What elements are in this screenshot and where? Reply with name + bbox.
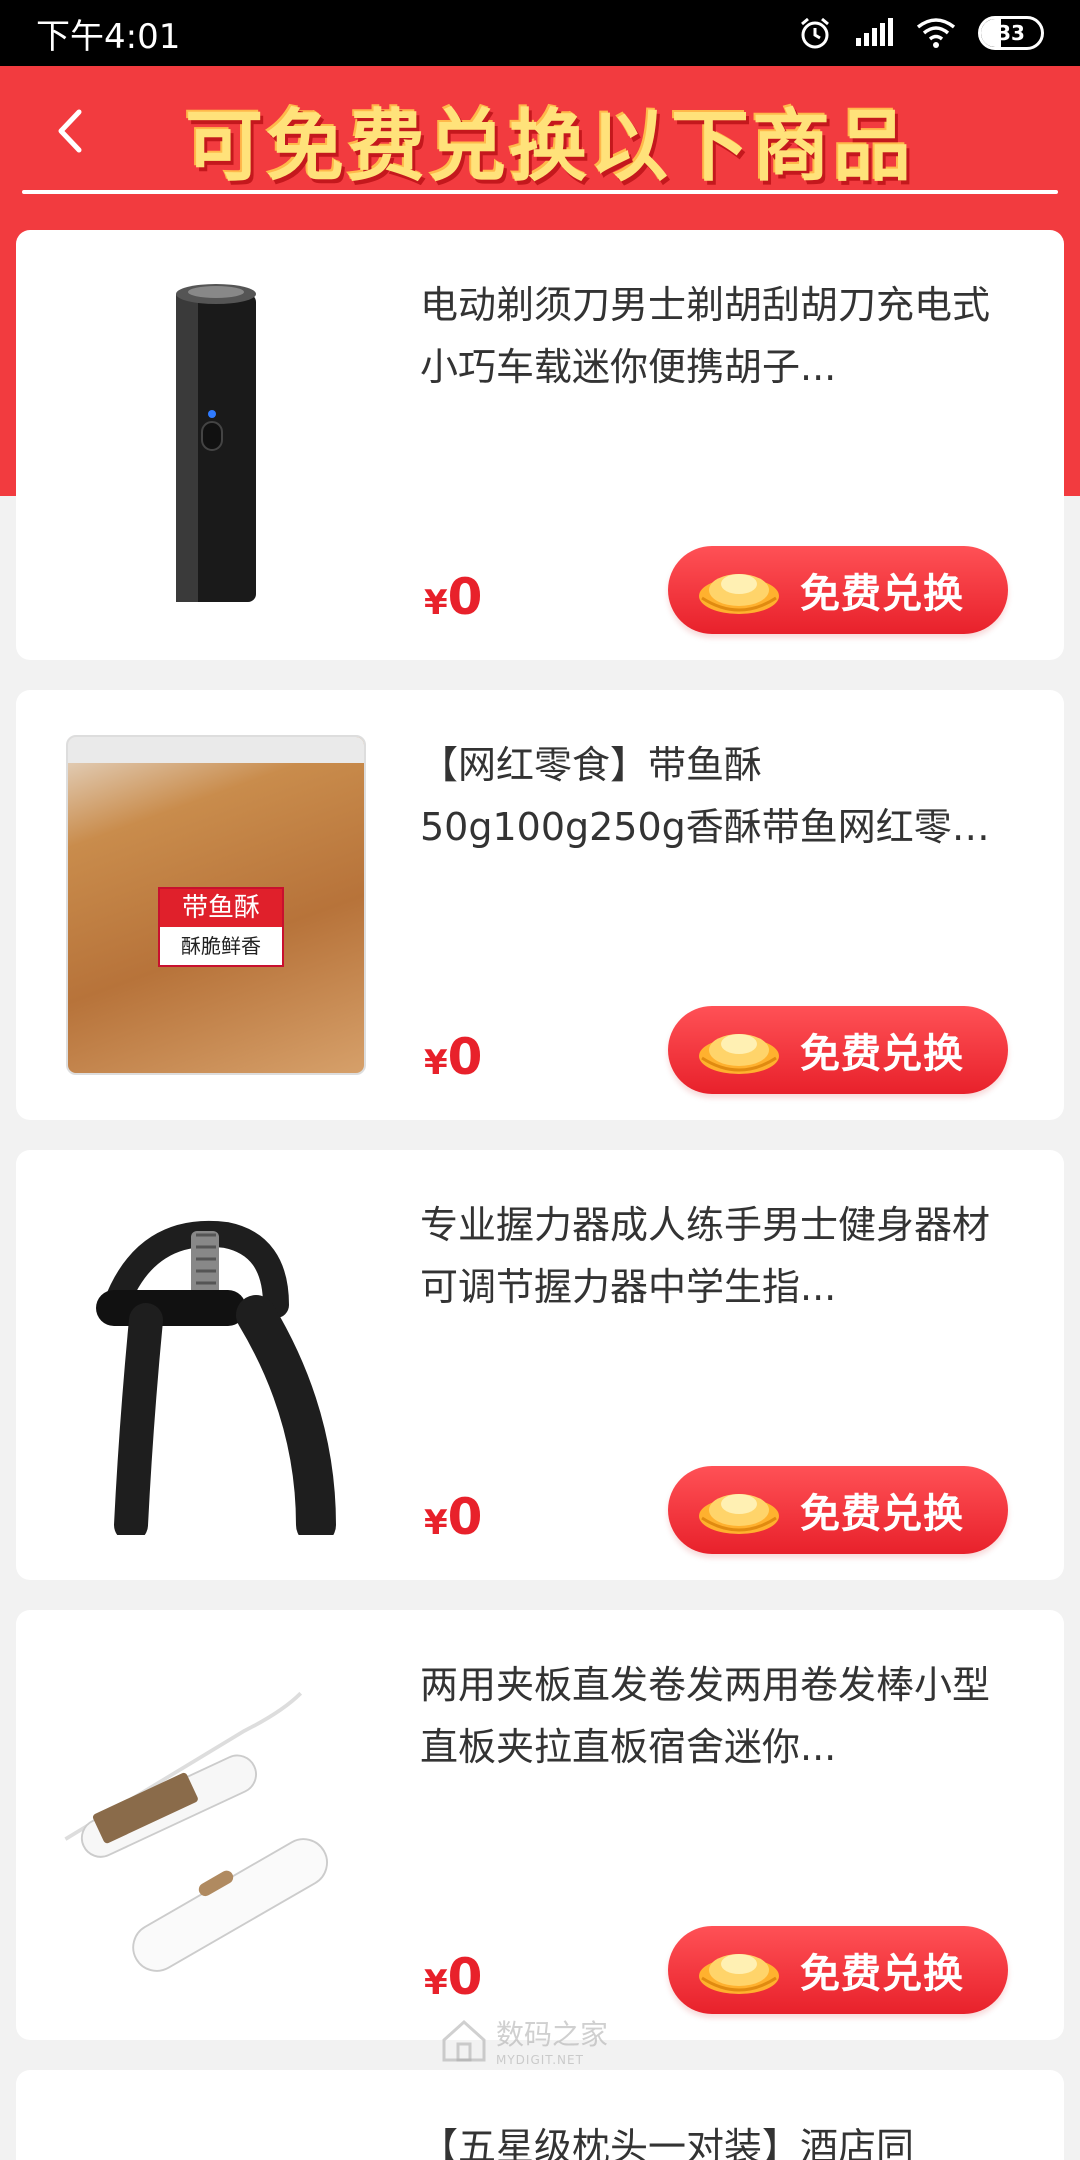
product-thumbnail	[56, 270, 376, 620]
product-card[interactable]: 电动剃须刀男士剃胡刮胡刀充电式小巧车载迷你便携胡子... ¥0 免费兑换	[16, 230, 1064, 660]
product-title[interactable]: 专业握力器成人练手男士健身器材可调节握力器中学生指...	[420, 1194, 1020, 1318]
watermark-text: 数码之家	[496, 2018, 609, 2051]
product-card[interactable]: 【五星级枕头一对装】酒店同	[16, 2070, 1064, 2160]
product-card[interactable]: 两用夹板直发卷发两用卷发棒小型直板夹拉直板宿舍迷你... ¥0 免费兑换	[16, 1610, 1064, 2040]
page-title: 可免费兑换以下商品	[185, 102, 915, 192]
product-title[interactable]: 电动剃须刀男士剃胡刮胡刀充电式小巧车载迷你便携胡子...	[420, 274, 1020, 398]
free-redeem-label: 免费兑换	[800, 1031, 964, 1077]
free-redeem-button[interactable]: 免费兑换	[668, 1926, 1008, 2014]
fish-snack-bag-image: 带鱼酥 酥脆鲜香	[66, 735, 366, 1075]
hand-grip-image	[96, 1220, 336, 1535]
product-title[interactable]: 【网红零食】带鱼酥50g100g250g香酥带鱼网红零食干货...	[420, 734, 1020, 858]
free-redeem-label: 免费兑换	[800, 1951, 964, 1997]
header: 可免费兑换以下商品	[0, 66, 1080, 200]
status-icons: 33	[798, 16, 1044, 50]
wifi-icon	[916, 18, 956, 48]
watermark-subtext: MYDIGIT.NET	[496, 2053, 584, 2067]
watermark: 数码之家 MYDIGIT.NET	[440, 2010, 640, 2070]
status-bar: 下午4:01 33	[0, 0, 1080, 66]
signal-icon	[856, 18, 893, 46]
free-redeem-button[interactable]: 免费兑换	[668, 1466, 1008, 1554]
status-time: 下午4:01	[36, 16, 181, 57]
free-redeem-label: 免费兑换	[800, 1491, 964, 1537]
product-title[interactable]: 【五星级枕头一对装】酒店同	[420, 2116, 1020, 2160]
chevron-left-icon	[58, 109, 82, 153]
gold-ingot-icon	[699, 574, 779, 614]
product-title[interactable]: 两用夹板直发卷发两用卷发棒小型直板夹拉直板宿舍迷你...	[420, 1654, 1020, 1778]
product-card[interactable]: 专业握力器成人练手男士健身器材可调节握力器中学生指... ¥0 免费兑换	[16, 1150, 1064, 1580]
product-thumbnail	[56, 1190, 376, 1540]
product-card[interactable]: 带鱼酥 酥脆鲜香 【网红零食】带鱼酥50g100g250g香酥带鱼网红零食干货.…	[16, 690, 1064, 1120]
free-redeem-button[interactable]: 免费兑换	[668, 546, 1008, 634]
product-price: ¥0	[424, 1948, 483, 2006]
free-redeem-button[interactable]: 免费兑换	[668, 1006, 1008, 1094]
house-logo-icon	[442, 2019, 486, 2062]
battery-level: 33	[997, 21, 1025, 45]
snack-label-sub: 酥脆鲜香	[181, 934, 261, 958]
battery-icon: 33	[978, 16, 1044, 50]
title-underline	[22, 190, 1058, 194]
product-price: ¥0	[424, 568, 483, 626]
alarm-icon	[801, 17, 829, 49]
product-price: ¥0	[424, 1028, 483, 1086]
gold-ingot-icon	[699, 1954, 779, 1994]
product-price: ¥0	[424, 1488, 483, 1546]
gold-ingot-icon	[699, 1034, 779, 1074]
electric-shaver-image	[176, 284, 256, 602]
gold-ingot-icon	[699, 1494, 779, 1534]
snack-label-main: 带鱼酥	[160, 889, 282, 927]
product-thumbnail	[56, 1650, 376, 2000]
free-redeem-label: 免费兑换	[800, 571, 964, 617]
product-thumbnail: 带鱼酥 酥脆鲜香	[56, 730, 376, 1080]
back-button[interactable]	[40, 96, 100, 166]
hair-curler-image	[64, 1691, 328, 1972]
